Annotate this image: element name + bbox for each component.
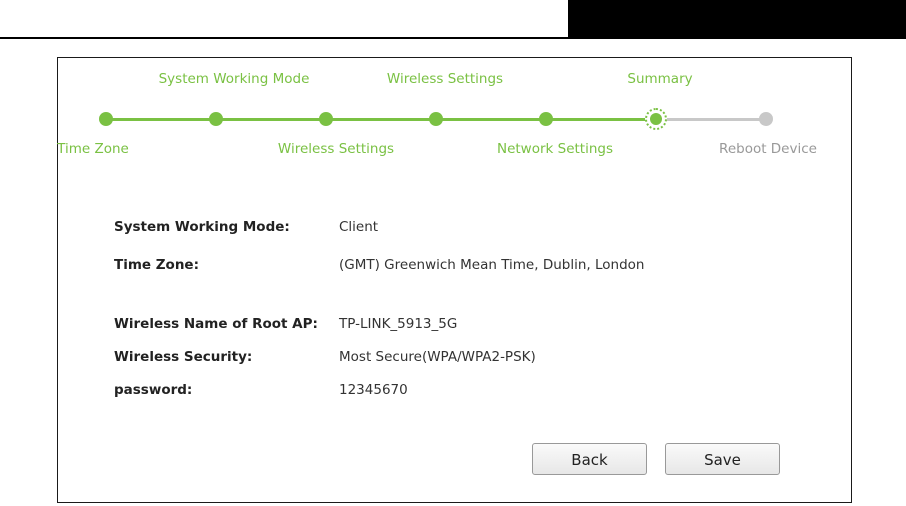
step-label-time-zone: Time Zone: [57, 141, 129, 157]
step-node-network-settings: [539, 112, 553, 126]
summary-value-root-ap-name: TP-LINK_5913_5G: [339, 316, 458, 332]
step-label-wireless-settings-2: Wireless Settings: [386, 71, 504, 87]
step-label-summary: Summary: [627, 71, 693, 87]
step-label-reboot-device: Reboot Device: [719, 141, 817, 157]
back-button[interactable]: Back: [532, 443, 647, 475]
step-node-time-zone: [99, 112, 113, 126]
progress-track-remaining: [656, 118, 766, 121]
step-label-wireless-settings-1: Wireless Settings: [277, 141, 395, 157]
step-node-wireless-settings-1: [319, 112, 333, 126]
summary-label-time-zone: Time Zone:: [114, 257, 199, 273]
summary-value-wireless-security: Most Secure(WPA/WPA2-PSK): [339, 349, 536, 365]
step-label-network-settings: Network Settings: [496, 141, 614, 157]
progress-track-complete: [106, 118, 656, 121]
summary-value-system-working-mode: Client: [339, 219, 379, 235]
step-node-wireless-settings-2: [429, 112, 443, 126]
quick-setup-panel: Time Zone System Working Mode Wireless S…: [57, 57, 852, 503]
summary-label-system-working-mode: System Working Mode:: [114, 219, 290, 235]
summary-value-time-zone: (GMT) Greenwich Mean Time, Dublin, Londo…: [339, 257, 645, 273]
summary-value-password: 12345670: [339, 382, 408, 398]
summary-label-wireless-security: Wireless Security:: [114, 349, 253, 365]
header-black-bar: [568, 0, 906, 39]
header-divider: [0, 37, 906, 39]
summary-label-password: password:: [114, 382, 193, 398]
summary-label-root-ap-name: Wireless Name of Root AP:: [114, 316, 318, 332]
step-node-reboot-device: [759, 112, 773, 126]
step-node-summary: [645, 108, 667, 130]
save-button[interactable]: Save: [665, 443, 780, 475]
step-node-system-working-mode: [209, 112, 223, 126]
step-label-system-working-mode: System Working Mode: [158, 71, 310, 87]
